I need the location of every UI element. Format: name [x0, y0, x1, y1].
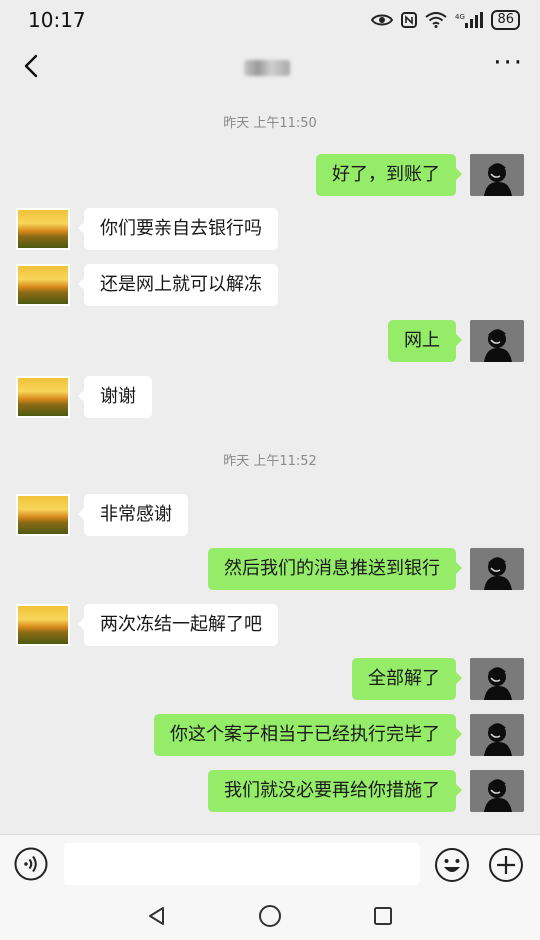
- message-bubble-incoming[interactable]: 你们要亲自去银行吗: [78, 208, 278, 250]
- message-row-incoming: 谢谢: [0, 376, 540, 420]
- message-bubble-outgoing[interactable]: 我们就没必要再给你措施了: [208, 770, 462, 812]
- my-avatar[interactable]: [470, 320, 524, 362]
- wifi-icon: [425, 12, 448, 28]
- emoji-button[interactable]: [434, 847, 470, 883]
- plus-icon: [488, 848, 524, 887]
- emoji-icon: [434, 848, 470, 887]
- my-avatar[interactable]: [470, 714, 524, 756]
- contact-avatar[interactable]: [16, 264, 70, 306]
- my-avatar[interactable]: [470, 154, 524, 196]
- back-triangle-icon[interactable]: [146, 905, 168, 927]
- system-navigation-bar: [0, 892, 540, 940]
- message-row-outgoing: 全部解了: [0, 658, 540, 702]
- message-row-outgoing: 你这个案子相当于已经执行完毕了: [0, 714, 540, 758]
- message-timestamp: 昨天 上午11:50: [223, 116, 317, 131]
- message-bubble-incoming[interactable]: 谢谢: [78, 376, 152, 418]
- message-bubble-outgoing[interactable]: 你这个案子相当于已经执行完毕了: [154, 714, 462, 756]
- message-row-incoming: 两次冻结一起解了吧: [0, 604, 540, 648]
- message-timestamp: 昨天 上午11:52: [223, 454, 317, 469]
- contact-avatar[interactable]: [16, 208, 70, 250]
- voice-button[interactable]: [14, 847, 48, 881]
- contact-avatar[interactable]: [16, 604, 70, 646]
- message-row-incoming: 非常感谢: [0, 494, 540, 538]
- back-button[interactable]: [16, 53, 46, 83]
- my-avatar[interactable]: [470, 658, 524, 700]
- message-bubble-incoming[interactable]: 两次冻结一起解了吧: [78, 604, 278, 646]
- contact-avatar[interactable]: [16, 376, 70, 418]
- battery-indicator: 86: [491, 10, 520, 30]
- message-input-bar: [0, 834, 540, 892]
- contact-name-blurred: [244, 60, 290, 76]
- message-text-input[interactable]: [64, 843, 420, 885]
- recents-square-icon[interactable]: [372, 905, 394, 927]
- more-functions-button[interactable]: [488, 847, 524, 883]
- message-bubble-incoming[interactable]: 还是网上就可以解冻: [78, 264, 278, 306]
- message-bubble-outgoing[interactable]: 好了，到账了: [316, 154, 462, 196]
- svg-text:4G: 4G: [455, 13, 465, 21]
- eye-icon: [371, 13, 394, 27]
- message-row-incoming: 还是网上就可以解冻: [0, 264, 540, 308]
- message-row-outgoing: 然后我们的消息推送到银行: [0, 548, 540, 592]
- message-row-incoming: 你们要亲自去银行吗: [0, 208, 540, 252]
- message-row-outgoing: 我们就没必要再给你措施了: [0, 770, 540, 814]
- message-bubble-incoming[interactable]: 非常感谢: [78, 494, 188, 536]
- chat-message-list[interactable]: 昨天 上午11:50 好了，到账了 你们要亲自去银行吗 还是网上就可以解冻 网上…: [0, 96, 540, 834]
- status-time: 10:17: [28, 8, 86, 32]
- contact-avatar[interactable]: [16, 494, 70, 536]
- message-bubble-outgoing[interactable]: 全部解了: [352, 658, 462, 700]
- my-avatar[interactable]: [470, 770, 524, 812]
- voice-icon: [14, 847, 48, 885]
- status-bar: 10:17 4G 86: [0, 0, 540, 40]
- chevron-left-icon: [23, 54, 39, 82]
- my-avatar[interactable]: [470, 548, 524, 590]
- chat-header: ···: [0, 40, 540, 96]
- more-button[interactable]: ···: [493, 50, 524, 86]
- nfc-icon: [401, 12, 418, 28]
- message-row-outgoing: 网上: [0, 320, 540, 364]
- status-icons: 4G 86: [371, 10, 520, 30]
- more-dots-icon: ···: [493, 48, 524, 78]
- message-bubble-outgoing[interactable]: 然后我们的消息推送到银行: [208, 548, 462, 590]
- message-row-outgoing: 好了，到账了: [0, 154, 540, 198]
- home-circle-icon[interactable]: [258, 904, 282, 928]
- message-bubble-outgoing[interactable]: 网上: [388, 320, 462, 362]
- signal-4g-icon: 4G: [455, 12, 484, 28]
